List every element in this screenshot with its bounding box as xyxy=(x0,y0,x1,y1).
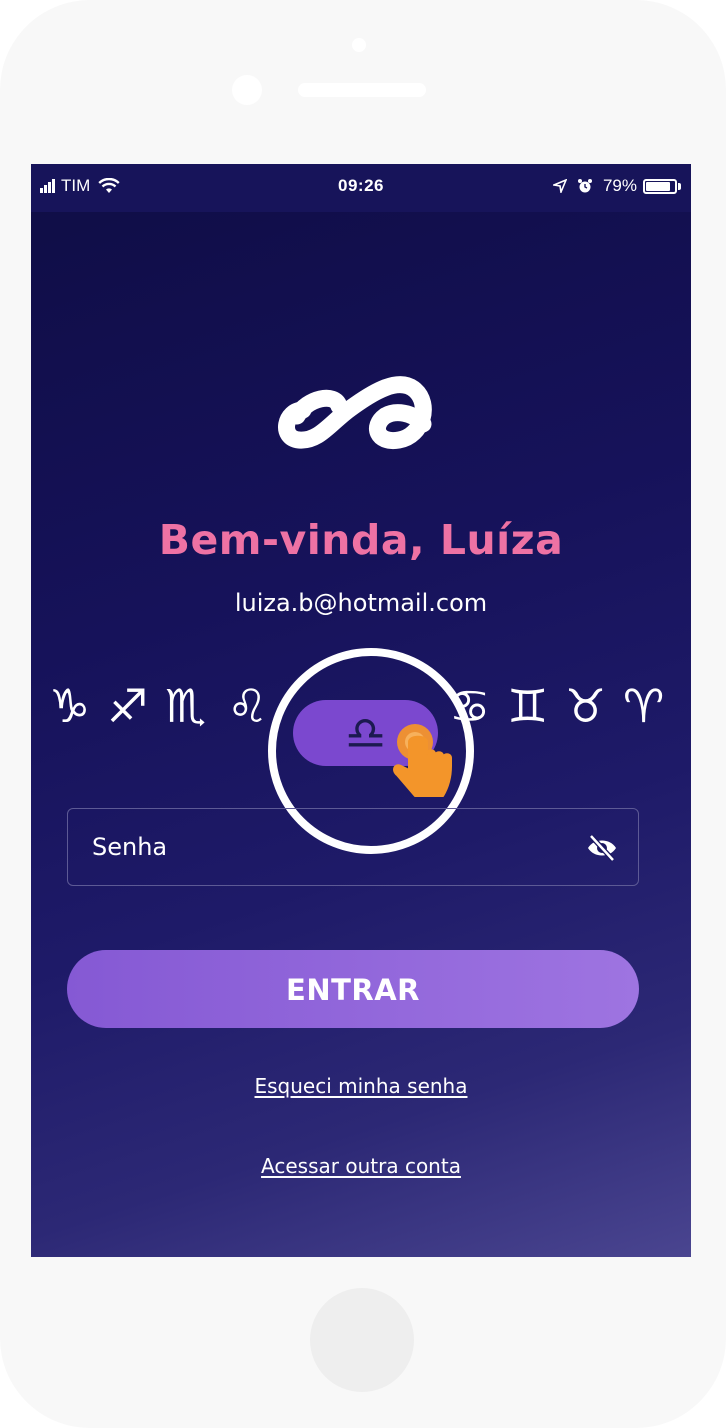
password-field[interactable]: Senha xyxy=(67,808,639,886)
status-right: 79% xyxy=(552,176,681,196)
zodiac-sagittarius-icon[interactable]: ♐ xyxy=(107,676,148,736)
zodiac-capricorn-icon[interactable]: ♑ xyxy=(49,676,90,736)
phone-frame: TIM 09:26 79% Bem-vinda, Luíza luiza.b@h… xyxy=(0,0,726,1428)
alarm-clock-icon xyxy=(577,179,592,193)
front-sensor xyxy=(232,75,262,105)
other-account-link[interactable]: Acessar outra conta xyxy=(31,1154,691,1178)
battery-icon xyxy=(643,178,677,194)
zodiac-leo-icon[interactable]: ♌ xyxy=(227,676,268,736)
tap-hand-icon xyxy=(393,724,452,797)
password-placeholder: Senha xyxy=(92,833,168,861)
welcome-title: Bem-vinda, Luíza xyxy=(158,516,564,564)
status-bar: TIM 09:26 79% xyxy=(31,164,691,212)
forgot-password-link[interactable]: Esqueci minha senha xyxy=(31,1074,691,1098)
home-button[interactable] xyxy=(310,1288,414,1392)
location-arrow-icon xyxy=(552,179,567,193)
zodiac-scorpio-icon[interactable]: ♏ xyxy=(165,676,206,736)
enter-button[interactable]: ENTRAR xyxy=(67,950,639,1028)
ea-logo-icon xyxy=(278,376,432,450)
eye-slash-icon[interactable] xyxy=(586,833,618,863)
zodiac-aries-icon[interactable]: ♈ xyxy=(623,676,664,736)
zodiac-gemini-icon[interactable]: ♊ xyxy=(507,676,548,736)
camera-dot xyxy=(352,38,366,52)
earpiece-speaker xyxy=(298,83,426,97)
battery-percent: 79% xyxy=(602,176,637,195)
user-email: luiza.b@hotmail.com xyxy=(234,589,488,617)
phone-screen: TIM 09:26 79% Bem-vinda, Luíza luiza.b@h… xyxy=(31,164,691,1257)
zodiac-taurus-icon[interactable]: ♉ xyxy=(565,676,606,736)
battery-tip xyxy=(678,182,681,190)
